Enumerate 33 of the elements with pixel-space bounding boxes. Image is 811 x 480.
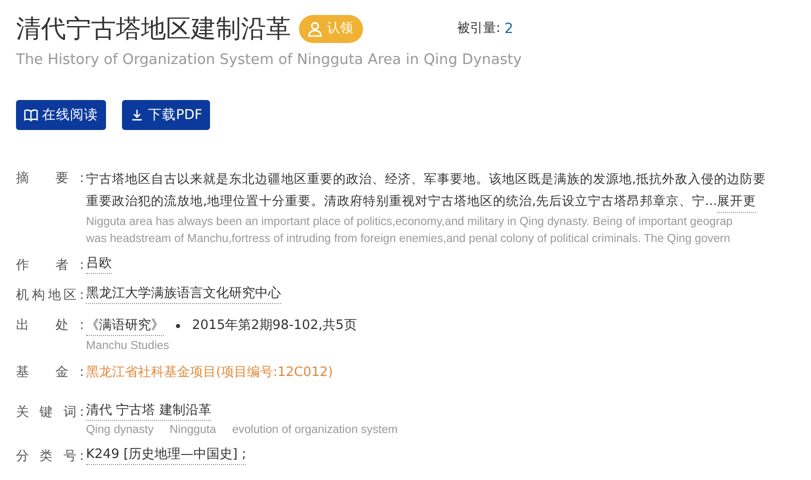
english-keyword: Qing dynasty (86, 422, 154, 438)
field-link[interactable]: 黑龙江大学满族语言文化研究中心 (86, 285, 281, 304)
field-link[interactable]: K249 [历史地理—中国史] ; (86, 446, 246, 465)
field-label: 分 类 号: (16, 448, 84, 466)
citation-count[interactable]: 2 (504, 18, 514, 40)
person-icon (307, 21, 323, 37)
issue-text: 2015年第2期98-102,共5页 (192, 317, 357, 335)
book-icon (24, 108, 38, 122)
field-label: 摘 要: (16, 170, 84, 188)
action-button[interactable]: 在线阅读 (16, 100, 106, 130)
english-title: The History of Organization System of Ningguta Area in Qing Dynasty (16, 51, 523, 70)
english-abstract: Nigguta area has always been an important place of politics,economy,and military in Qing dynasty. Being of important geograp (86, 214, 734, 230)
english-abstract: was headstream of Manchu,fortress of intruding from foreign enemies,and penal colony of political criminals. The Qing govern (86, 231, 732, 247)
english-journal: Manchu Studies (86, 338, 170, 354)
citation-label: 被引量: (457, 20, 500, 38)
field-link[interactable]: 吕欧 (86, 255, 112, 274)
fund-text: 黑龙江省社科基金项目(项目编号:12C012) (86, 364, 333, 382)
english-keyword: Ningguta (170, 422, 216, 438)
article-title: 清代宁古塔地区建制沿革 (16, 14, 291, 44)
field-label: 关 键 词: (16, 404, 84, 422)
field-label: 作 者: (16, 257, 84, 275)
journal-link[interactable]: 《满语研究》 (86, 316, 164, 336)
field-label: 基 金: (16, 364, 84, 382)
expand-link[interactable]: 展开更 (717, 190, 756, 213)
field-label: 出 处: (16, 317, 84, 335)
download-icon (130, 108, 144, 122)
field-label: 机构地区: (16, 287, 84, 305)
abstract-text: 宁古塔地区自古以来就是东北边疆地区重要的政治、经济、军事要地。该地区既是满族的发源地,抵抗外敌入侵的边防要 (86, 170, 766, 188)
bullet-dot (176, 324, 180, 328)
keyword-link[interactable]: 清代 宁古塔 建制沿革 (86, 402, 212, 421)
english-keyword: evolution of organization system (232, 422, 398, 438)
action-button[interactable]: 下载PDF (122, 100, 210, 130)
abstract-text: 重要政治犯的流放地,地理位置十分重要。清政府特别重视对宁古塔地区的统治,先后设立宁古塔昂邦章京、宁... (86, 192, 718, 210)
